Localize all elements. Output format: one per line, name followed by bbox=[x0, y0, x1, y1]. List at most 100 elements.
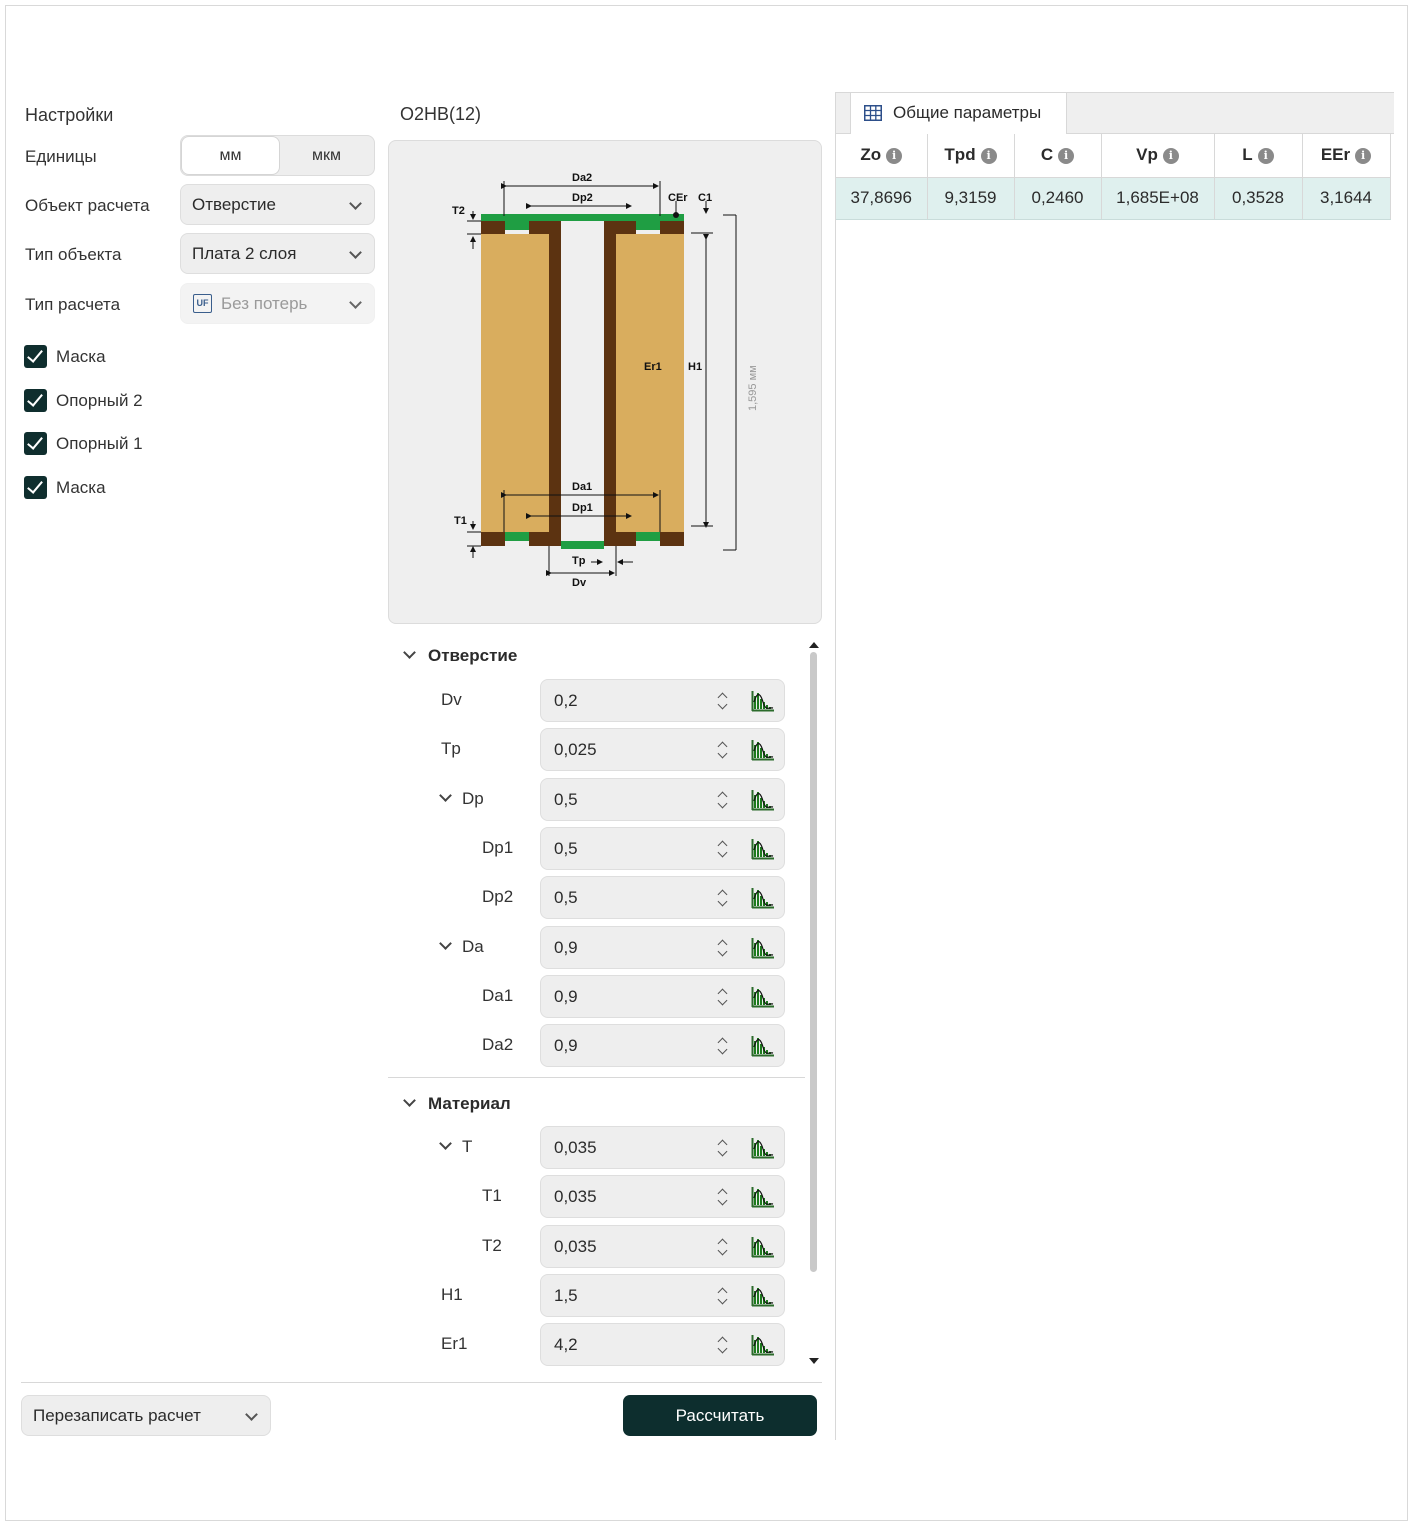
tab-general-params[interactable]: Общие параметры bbox=[850, 92, 1067, 134]
param-value[interactable]: 0,5 bbox=[554, 779, 578, 820]
rewrite-mode-select[interactable]: Перезаписать расчет bbox=[21, 1395, 271, 1436]
stepper-icon[interactable] bbox=[716, 1138, 730, 1158]
histogram-icon[interactable] bbox=[751, 838, 775, 860]
histogram-icon[interactable] bbox=[751, 1186, 775, 1208]
param-input[interactable]: 1,5 bbox=[540, 1274, 785, 1317]
histogram-icon[interactable] bbox=[751, 1334, 775, 1356]
layer-checkbox-mask-bottom[interactable] bbox=[24, 476, 47, 499]
histogram-icon[interactable] bbox=[751, 739, 775, 761]
layer-checkbox-mask-top[interactable] bbox=[24, 345, 47, 368]
param-label: Tp bbox=[441, 739, 461, 759]
param-value[interactable]: 0,9 bbox=[554, 1025, 578, 1066]
param-label-text: Da bbox=[462, 937, 484, 956]
param-value[interactable]: 0,035 bbox=[554, 1226, 597, 1267]
info-icon[interactable]: i bbox=[980, 148, 997, 165]
calc-type-select[interactable]: UF Без потерь bbox=[180, 283, 375, 324]
param-label[interactable]: Dp bbox=[439, 789, 484, 809]
section-material[interactable]: Материал bbox=[403, 1094, 511, 1114]
info-icon[interactable]: i bbox=[1257, 148, 1274, 165]
calculate-button[interactable]: Рассчитать bbox=[623, 1395, 817, 1436]
param-input[interactable]: 0,9 bbox=[540, 1024, 785, 1067]
histogram-icon[interactable] bbox=[751, 1035, 775, 1057]
info-icon[interactable]: i bbox=[1355, 148, 1372, 165]
info-icon[interactable]: i bbox=[1162, 148, 1179, 165]
histogram-icon[interactable] bbox=[751, 986, 775, 1008]
param-input[interactable]: 0,035 bbox=[540, 1225, 785, 1268]
cer-dot bbox=[673, 212, 679, 218]
results-header-row: Zo i Tpd i Ci Vp i Li EEr i bbox=[836, 134, 1391, 178]
info-icon[interactable]: i bbox=[1058, 148, 1075, 165]
object-type-value: Плата 2 слоя bbox=[192, 244, 297, 263]
param-value[interactable]: 0,5 bbox=[554, 828, 578, 869]
stepper-icon[interactable] bbox=[716, 839, 730, 859]
param-value[interactable]: 0,035 bbox=[554, 1176, 597, 1217]
param-input[interactable]: 4,2 bbox=[540, 1323, 785, 1366]
scroll-up-arrow[interactable] bbox=[809, 642, 819, 648]
object-select-value: Отверстие bbox=[192, 195, 276, 214]
param-label: Er1 bbox=[441, 1334, 467, 1354]
param-label: T2 bbox=[482, 1236, 502, 1256]
stepper-icon[interactable] bbox=[716, 691, 730, 711]
param-value[interactable]: 0,5 bbox=[554, 877, 578, 918]
param-input[interactable]: 0,025 bbox=[540, 728, 785, 771]
param-input[interactable]: 0,035 bbox=[540, 1126, 785, 1169]
scrollbar-thumb[interactable] bbox=[810, 652, 817, 1272]
label-t2: T2 bbox=[452, 205, 465, 217]
stepper-icon[interactable] bbox=[716, 987, 730, 1007]
param-value[interactable]: 0,025 bbox=[554, 729, 597, 770]
label-thickness: 1,595 мм bbox=[747, 365, 759, 411]
chevron-down-icon bbox=[349, 197, 362, 210]
param-value[interactable]: 4,2 bbox=[554, 1324, 578, 1365]
stepper-icon[interactable] bbox=[716, 1335, 730, 1355]
stepper-icon[interactable] bbox=[716, 1237, 730, 1257]
param-label[interactable]: T bbox=[439, 1137, 472, 1157]
units-option-mm[interactable]: мм bbox=[182, 137, 279, 174]
layer-checkbox-ref2[interactable] bbox=[24, 389, 47, 412]
param-input[interactable]: 0,5 bbox=[540, 876, 785, 919]
calc-type-value: Без потерь bbox=[221, 294, 308, 313]
stepper-icon[interactable] bbox=[716, 938, 730, 958]
object-type-label: Тип объекта bbox=[25, 245, 122, 264]
info-icon[interactable]: i bbox=[886, 148, 903, 165]
copper-bottom-pad-left bbox=[529, 532, 561, 546]
layer-label: Опорный 2 bbox=[56, 391, 143, 410]
stepper-icon[interactable] bbox=[716, 790, 730, 810]
histogram-icon[interactable] bbox=[751, 937, 775, 959]
param-input[interactable]: 0,2 bbox=[540, 679, 785, 722]
param-label-text: Da2 bbox=[482, 1035, 514, 1054]
param-input[interactable]: 0,9 bbox=[540, 926, 785, 969]
chevron-down-icon bbox=[439, 937, 452, 950]
via-barrel-left bbox=[549, 221, 561, 546]
param-value[interactable]: 1,5 bbox=[554, 1275, 578, 1316]
histogram-icon[interactable] bbox=[751, 1285, 775, 1307]
histogram-icon[interactable] bbox=[751, 887, 775, 909]
stepper-icon[interactable] bbox=[716, 740, 730, 760]
param-label[interactable]: Da bbox=[439, 937, 484, 957]
scroll-down-arrow[interactable] bbox=[809, 1358, 819, 1364]
param-value[interactable]: 0,9 bbox=[554, 976, 578, 1017]
stepper-icon[interactable] bbox=[716, 888, 730, 908]
label-da2: Da2 bbox=[572, 172, 592, 184]
param-value[interactable]: 0,2 bbox=[554, 680, 578, 721]
param-label: T1 bbox=[482, 1186, 502, 1206]
histogram-icon[interactable] bbox=[751, 789, 775, 811]
stepper-icon[interactable] bbox=[716, 1286, 730, 1306]
units-option-um[interactable]: мкм bbox=[278, 136, 375, 175]
histogram-icon[interactable] bbox=[751, 1137, 775, 1159]
layer-checkbox-ref1[interactable] bbox=[24, 432, 47, 455]
col-header-zo: Zo i bbox=[836, 134, 928, 178]
histogram-icon[interactable] bbox=[751, 690, 775, 712]
table-row[interactable]: 37,8696 9,3159 0,2460 1,685E+08 0,3528 3… bbox=[836, 177, 1391, 220]
object-type-select[interactable]: Плата 2 слоя bbox=[180, 233, 375, 274]
stepper-icon[interactable] bbox=[716, 1187, 730, 1207]
param-input[interactable]: 0,5 bbox=[540, 778, 785, 821]
param-input[interactable]: 0,9 bbox=[540, 975, 785, 1018]
object-select[interactable]: Отверстие bbox=[180, 184, 375, 225]
section-hole[interactable]: Отверстие bbox=[403, 646, 517, 666]
param-input[interactable]: 0,035 bbox=[540, 1175, 785, 1218]
param-input[interactable]: 0,5 bbox=[540, 827, 785, 870]
param-value[interactable]: 0,9 bbox=[554, 927, 578, 968]
histogram-icon[interactable] bbox=[751, 1236, 775, 1258]
stepper-icon[interactable] bbox=[716, 1036, 730, 1056]
param-value[interactable]: 0,035 bbox=[554, 1127, 597, 1168]
